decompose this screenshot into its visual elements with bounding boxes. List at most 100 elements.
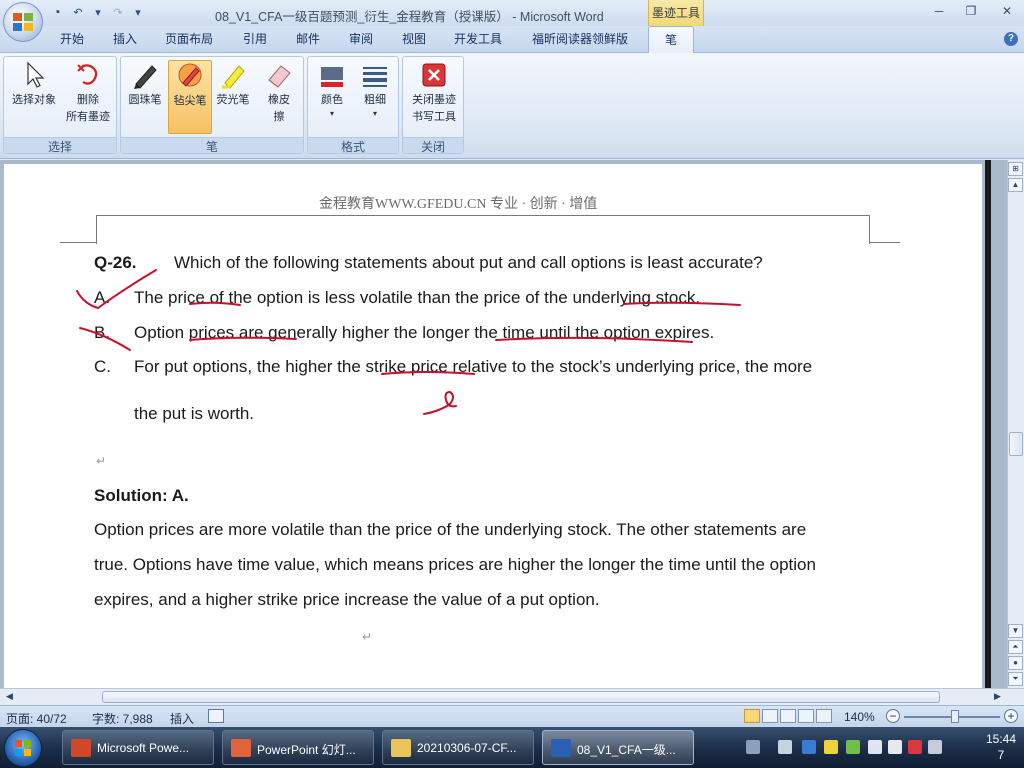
horizontal-scroll-thumb[interactable] — [102, 691, 940, 703]
office-button[interactable] — [3, 2, 43, 42]
eraser-button[interactable]: 橡皮 擦 — [257, 60, 301, 126]
action-center-flag-icon[interactable] — [888, 740, 902, 754]
tab-view[interactable]: 视图 — [402, 30, 426, 47]
tab-references[interactable]: 引用 — [243, 30, 267, 47]
clock[interactable]: 15:44 7 — [986, 731, 1016, 763]
view-ruler-icon[interactable]: ⊞ — [1008, 162, 1023, 176]
next-page-icon[interactable]: ⏷ — [1008, 672, 1023, 686]
clipboard-icon[interactable] — [868, 740, 882, 754]
color-button[interactable]: 颜色 ▾ — [310, 60, 354, 119]
group-pen: 圆珠笔 毡尖笔 荧光笔 橡皮 擦 笔 — [120, 56, 304, 154]
question-number: Q-26. — [94, 253, 137, 272]
scroll-left-icon[interactable]: ◀ — [6, 691, 13, 702]
macro-record-icon[interactable] — [208, 709, 224, 723]
ink-color-icon — [321, 67, 343, 87]
insert-mode[interactable]: 插入 — [170, 710, 194, 727]
ballpoint-pen-button[interactable]: 圆珠笔 — [123, 60, 167, 109]
volume-icon[interactable] — [928, 740, 942, 754]
undo-dropdown-icon[interactable]: ▾ — [90, 4, 106, 20]
zoom-level[interactable]: 140% — [844, 710, 875, 724]
undo-icon[interactable]: ↶ — [70, 4, 86, 20]
web-layout-icon[interactable] — [780, 709, 796, 723]
word-count[interactable]: 字数: 7,988 — [92, 710, 153, 727]
title-bar: ▪ ↶ ▾ ↷ ▾ 08_V1_CFA一级百题预测_衍生_金程教育（授课版） -… — [0, 0, 1024, 26]
zoom-slider-thumb[interactable] — [951, 710, 959, 723]
prev-page-icon[interactable]: ⏶ — [1008, 640, 1023, 654]
scroll-right-icon[interactable]: ▶ — [994, 691, 1001, 702]
clock-time: 15:44 — [985, 732, 1016, 746]
pointer-arrow-icon — [27, 61, 45, 88]
taskbar-item-powerpoint-slideshow[interactable]: PowerPoint 幻灯... — [222, 730, 374, 765]
thickness-button[interactable]: 粗细 ▾ — [353, 60, 397, 119]
taskbar-item-powerpoint-1[interactable]: Microsoft Powe... — [62, 730, 214, 765]
tab-developer[interactable]: 开发工具 — [454, 30, 502, 47]
taskbar-item-folder[interactable]: 20210306-07-CF... — [382, 730, 534, 765]
redo-icon[interactable]: ↷ — [110, 4, 126, 20]
option-a-letter: A. — [94, 288, 111, 307]
thickness-dropdown-icon[interactable]: ▾ — [353, 109, 397, 119]
start-button[interactable] — [4, 729, 42, 767]
color-dropdown-icon[interactable]: ▾ — [310, 109, 354, 119]
solution-line-3: expires, and a higher strike price incre… — [94, 590, 600, 609]
close-ink-tools-button[interactable]: 关闭墨迹 书写工具 — [406, 60, 462, 126]
tab-foxit-reader[interactable]: 福昕阅读器领鲜版 — [532, 30, 628, 47]
group-select-label: 选择 — [4, 137, 116, 154]
close-button[interactable]: ✕ — [994, 2, 1020, 20]
print-layout-view-icon[interactable] — [744, 709, 760, 723]
help-icon[interactable]: ? — [1004, 32, 1018, 46]
word-doc-icon — [551, 739, 571, 757]
zoom-in-icon[interactable]: + — [1004, 709, 1018, 723]
keyboard-icon[interactable] — [746, 740, 760, 754]
restore-button[interactable]: ❐ — [958, 2, 984, 20]
group-format: 颜色 ▾ 粗细 ▾ 格式 — [307, 56, 399, 154]
vertical-scroll-thumb[interactable] — [1009, 432, 1023, 456]
network-tool-icon[interactable] — [778, 740, 792, 754]
vertical-scrollbar[interactable]: ⊞ ▲ ▼ ⏶ ● ⏷ — [1007, 160, 1024, 688]
scroll-up-icon[interactable]: ▲ — [1008, 178, 1023, 192]
full-screen-reading-icon[interactable] — [762, 709, 778, 723]
tab-page-layout[interactable]: 页面布局 — [165, 30, 213, 47]
folder-icon — [391, 739, 411, 757]
select-objects-button[interactable]: 选择对象 — [8, 60, 60, 109]
taskbar: Microsoft Powe... PowerPoint 幻灯... 20210… — [0, 727, 1024, 768]
security-app-icon[interactable] — [824, 740, 838, 754]
minimize-button[interactable]: ─ — [926, 2, 952, 20]
group-pen-label: 笔 — [121, 137, 303, 154]
messenger-icon[interactable] — [846, 740, 860, 754]
horizontal-scrollbar[interactable]: ◀ ▶ — [0, 688, 1024, 705]
group-close-label: 关闭 — [403, 137, 463, 154]
document-page[interactable]: 金程教育WWW.GFEDU.CN 专业 · 创新 · 增值 Q-26. Whic… — [4, 164, 982, 688]
input-method-icon[interactable] — [802, 740, 816, 754]
windows-logo-icon — [15, 740, 31, 756]
tab-mailings[interactable]: 邮件 — [296, 30, 320, 47]
option-b-text: Option prices are generally higher the l… — [134, 323, 715, 342]
zoom-out-icon[interactable]: − — [886, 709, 900, 723]
network-status-icon[interactable] — [908, 740, 922, 754]
close-red-x-icon — [422, 63, 446, 87]
scroll-down-icon[interactable]: ▼ — [1008, 624, 1023, 638]
empty-paragraph-mark: ↵ — [96, 454, 107, 468]
ink-mark-near-c — [423, 390, 457, 415]
browse-object-icon[interactable]: ● — [1008, 656, 1023, 670]
tab-pens[interactable]: 笔 — [648, 26, 695, 54]
felt-tip-pen-button[interactable]: 毡尖笔 — [168, 60, 212, 134]
taskbar-item-word[interactable]: 08_V1_CFA一级... — [542, 730, 694, 765]
delete-all-ink-button[interactable]: 删除 所有墨迹 — [62, 60, 114, 126]
page-header-text: 金程教育WWW.GFEDU.CN 专业 · 创新 · 增值 — [319, 197, 598, 212]
tab-home[interactable]: 开始 — [60, 30, 84, 47]
highlighter-button[interactable]: 荧光笔 — [211, 60, 255, 109]
tab-insert[interactable]: 插入 — [113, 30, 137, 47]
vertical-ruler — [985, 160, 991, 688]
outline-view-icon[interactable] — [798, 709, 814, 723]
draft-view-icon[interactable] — [816, 709, 832, 723]
quick-access-toolbar: ▪ ↶ ▾ ↷ ▾ — [50, 4, 146, 20]
ribbon-tabs: 开始 插入 页面布局 引用 邮件 审阅 视图 开发工具 福昕阅读器领鲜版 笔 ? — [0, 26, 1024, 54]
header-frame — [96, 215, 870, 244]
option-b: B. Option prices are generally higher th… — [94, 322, 714, 344]
save-icon[interactable]: ▪ — [50, 4, 66, 20]
tab-review[interactable]: 审阅 — [349, 30, 373, 47]
trailing-paragraph-mark: ↵ — [362, 630, 373, 644]
page-count[interactable]: 页面: 40/72 — [6, 710, 67, 727]
customize-qat-icon[interactable]: ▾ — [130, 4, 146, 20]
group-format-label: 格式 — [308, 137, 398, 154]
